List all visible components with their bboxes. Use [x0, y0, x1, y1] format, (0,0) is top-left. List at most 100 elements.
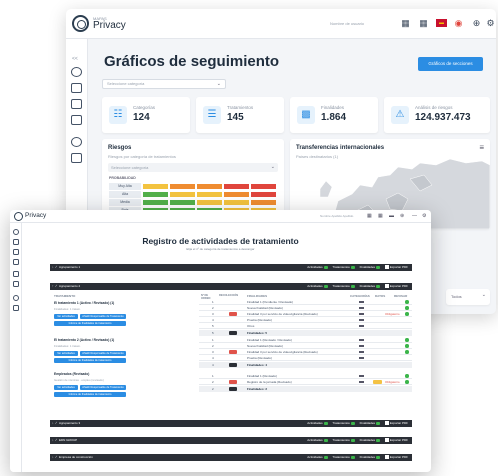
add-controller-button[interactable]: Añadir Responsable de Tratamiento: [80, 314, 126, 319]
heatmap-cell[interactable]: [169, 183, 196, 190]
user-name[interactable]: Nombre Apellido Apellido: [320, 214, 353, 218]
purpose-name: Finalidad 1 (Revisado): [247, 374, 278, 378]
purposes-report-button[interactable]: Informe de finalidades de tratamiento: [54, 392, 126, 397]
expand-icon[interactable]: ↓ ✓: [52, 420, 58, 427]
section-header[interactable]: ↓ ✓ Empresa de construcción Actividades …: [50, 454, 412, 461]
heatmap-cell[interactable]: [142, 199, 169, 206]
list-icon[interactable]: [13, 259, 19, 265]
shield-icon[interactable]: [13, 229, 19, 235]
risks-category-select[interactable]: Seleccione categoría ⌄: [108, 163, 278, 172]
flag-es-icon[interactable]: ▬: [436, 19, 447, 27]
check-icon: [405, 300, 409, 304]
activity-subtitle: Finalidades: 1 tratam.: [54, 307, 81, 311]
expand-icon[interactable]: ↓ ✓: [52, 437, 58, 444]
bar-chart-icon: ▩: [297, 106, 315, 124]
chat-icon[interactable]: [71, 153, 82, 163]
heatmap-cell[interactable]: [250, 183, 277, 190]
heatmap-cell[interactable]: [142, 191, 169, 198]
grid-icon[interactable]: ▦: [418, 18, 429, 29]
kpi-value: 124: [133, 112, 150, 123]
building-icon[interactable]: ▦: [367, 213, 372, 219]
heatmap-row-label: Alta: [109, 191, 141, 198]
section-tags: Actividades Tratamientos Finalidades Exp…: [307, 454, 408, 461]
settings-icon[interactable]: [71, 137, 82, 147]
plus-circle-icon[interactable]: ⊕: [400, 213, 404, 219]
user-name[interactable]: Nombre de usuario: [330, 21, 364, 26]
section-header[interactable]: ↓ ✓ Agrupamiento 3 Actividades Tratamien…: [50, 420, 412, 427]
calendar-icon[interactable]: [13, 281, 19, 287]
tag-purposes: Finalidades: [359, 455, 375, 459]
section-header[interactable]: ↓ ✓ Agrupamiento 1 Actividades Tratamien…: [50, 264, 412, 271]
heatmap-cell[interactable]: [142, 183, 169, 190]
section-header[interactable]: ↓ ✓ EDN GROUP Actividades Tratamientos F…: [50, 437, 412, 444]
grid-icon[interactable]: ▦: [378, 213, 383, 219]
heatmap-cell[interactable]: [196, 199, 223, 206]
export-pdf-button[interactable]: Exportar PDF: [390, 265, 408, 269]
tag-treatments: Tratamientos: [332, 284, 350, 288]
list-icon[interactable]: [71, 115, 82, 125]
view-activities-button[interactable]: Ver actividades: [54, 314, 78, 319]
folder-icon[interactable]: [13, 271, 19, 277]
plus-circle-icon[interactable]: ⊕: [471, 18, 482, 29]
purposes-report-button[interactable]: Informe de finalidades de tratamiento: [54, 358, 126, 363]
heatmap-cell[interactable]: [250, 191, 277, 198]
collapse-icon[interactable]: <<: [72, 56, 78, 62]
export-pdf-button[interactable]: Exportar PDF: [390, 284, 408, 288]
pdf-icon[interactable]: [384, 265, 389, 270]
heatmap-cell[interactable]: [196, 191, 223, 198]
view-activities-button[interactable]: Ver actividades: [54, 385, 78, 390]
purpose-row[interactable]: 2 Registro de la jornada (Revisado) Obli…: [199, 379, 412, 385]
top-bar: MAPAS Privacy Nombre de usuario ▦ ▦ ▬ ◉ …: [66, 9, 496, 39]
heatmap-cell[interactable]: [169, 199, 196, 206]
category-select[interactable]: Seleccione categoría ⌄: [102, 79, 226, 89]
heatmap-cell[interactable]: [223, 199, 250, 206]
export-pdf-button[interactable]: Exportar PDF: [390, 421, 408, 425]
activity-name[interactable]: El tratamiento 2 (Activo / Revisado) (1): [54, 338, 114, 342]
building-icon[interactable]: ▦: [400, 18, 411, 29]
settings-icon[interactable]: [13, 295, 19, 301]
tag-activities: Actividades: [307, 438, 323, 442]
expand-icon[interactable]: ↓ ✓: [52, 454, 58, 461]
heatmap-cell[interactable]: [250, 199, 277, 206]
section-label: EDN GROUP: [59, 438, 78, 442]
minus-icon[interactable]: —: [412, 213, 417, 219]
section-header[interactable]: ↑ ✓ Agrupamiento 2 Actividades Tratamien…: [50, 283, 412, 290]
row-number: 2: [212, 344, 214, 348]
flag-es-icon[interactable]: ▬: [389, 213, 394, 219]
activity-register-window: Privacy Nombre Apellido Apellido ▦ ▦ ▬ ⊕…: [10, 210, 431, 472]
shield-icon[interactable]: [71, 67, 82, 77]
section-charts-button[interactable]: Gráficos de secciones: [418, 57, 483, 71]
pdf-icon[interactable]: [384, 438, 389, 443]
heatmap-cell[interactable]: [196, 183, 223, 190]
pdf-icon[interactable]: [384, 455, 389, 460]
purposes-report-button[interactable]: Informe de finalidades de tratamiento: [54, 321, 126, 326]
pending-label: Obligatorio: [385, 312, 400, 316]
activity-name[interactable]: El tratamiento 1 (Activo / Revisado) (1): [54, 301, 114, 305]
status-dot: [323, 438, 328, 442]
add-controller-button[interactable]: Añadir Responsable de Tratamiento: [80, 385, 126, 390]
pdf-icon[interactable]: [384, 421, 389, 426]
document-icon[interactable]: [71, 83, 82, 93]
settings-icon[interactable]: ⚙: [422, 213, 426, 219]
heatmap-cell[interactable]: [223, 183, 250, 190]
probability-label: PROBABILIDAD: [109, 176, 136, 180]
check-icon: [405, 374, 409, 378]
printer-icon[interactable]: [71, 99, 82, 109]
chat-icon[interactable]: [13, 305, 19, 311]
collapse-icon[interactable]: ↑ ✓: [52, 283, 58, 290]
export-pdf-button[interactable]: Exportar PDF: [390, 455, 408, 459]
heatmap-cell[interactable]: [169, 191, 196, 198]
heatmap-cell[interactable]: [223, 191, 250, 198]
export-pdf-button[interactable]: Exportar PDF: [390, 438, 408, 442]
purpose-row[interactable]: 4 Prueba (Revisado): [199, 355, 412, 361]
purpose-row[interactable]: 5 Otros: [199, 323, 412, 329]
settings-icon[interactable]: ⚙: [485, 18, 496, 29]
kpi-card-categories: ☷ Categorías 124: [102, 97, 190, 133]
activity-name[interactable]: Empleados (Revisado): [54, 372, 89, 376]
bottom-select[interactable]: Todos ⌄: [446, 289, 490, 305]
pdf-icon[interactable]: [384, 284, 389, 289]
view-activities-button[interactable]: Ver actividades: [54, 351, 78, 356]
expand-icon[interactable]: ↓ ✓: [52, 264, 58, 271]
add-controller-button[interactable]: Añadir Responsable de Tratamiento: [80, 351, 126, 356]
chrome-icon[interactable]: ◉: [453, 18, 464, 29]
